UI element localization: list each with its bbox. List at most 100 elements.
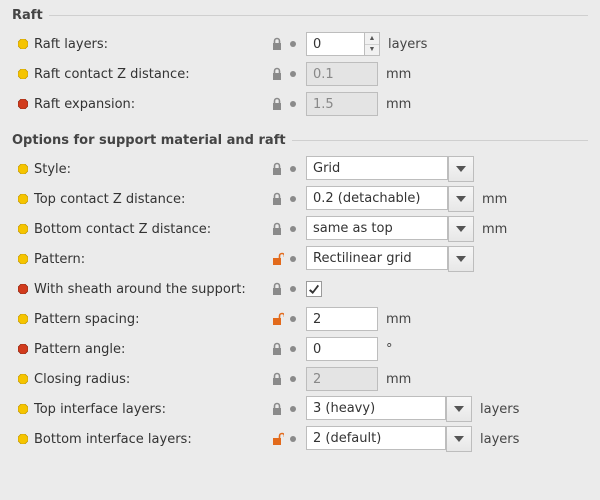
reset-icon[interactable] [290, 41, 296, 47]
status-icon [18, 224, 28, 234]
input-pattern-angle[interactable] [306, 337, 378, 361]
select-pattern[interactable] [306, 246, 474, 272]
select-style[interactable] [306, 156, 474, 182]
label-closing-radius: Closing radius: [34, 372, 234, 387]
label-raft-contact-z: Raft contact Z distance: [34, 67, 234, 82]
row-top-interface: Top interface layers: layers [12, 394, 588, 424]
label-pattern-angle: Pattern angle: [34, 342, 234, 357]
chevron-down-icon[interactable] [448, 186, 474, 212]
unit-raft-expansion: mm [386, 97, 411, 112]
select-top-interface-text[interactable] [306, 396, 446, 420]
select-bottom-interface[interactable] [306, 426, 472, 452]
chevron-down-icon[interactable] [448, 216, 474, 242]
label-bottom-interface: Bottom interface layers: [34, 432, 234, 447]
row-style: Style: [12, 154, 588, 184]
status-icon [18, 39, 28, 49]
reset-icon[interactable] [290, 316, 296, 322]
select-bottom-contact-z-text[interactable] [306, 216, 448, 240]
input-raft-layers[interactable]: ▲ ▼ [306, 32, 380, 56]
status-icon [18, 99, 28, 109]
status-icon [18, 69, 28, 79]
lock-icon[interactable] [270, 372, 284, 386]
chevron-down-icon[interactable] [446, 396, 472, 422]
label-top-contact-z: Top contact Z distance: [34, 192, 234, 207]
lock-open-icon[interactable] [270, 312, 284, 326]
label-top-interface: Top interface layers: [34, 402, 234, 417]
lock-icon[interactable] [270, 37, 284, 51]
reset-icon[interactable] [290, 376, 296, 382]
unit-bottom-contact-z: mm [482, 222, 507, 237]
input-raft-expansion [306, 92, 378, 116]
group-options-header: Options for support material and raft [12, 133, 588, 148]
row-raft-expansion: Raft expansion: mm [12, 89, 588, 119]
row-raft-layers: Raft layers: ▲ ▼ layers [12, 29, 588, 59]
reset-icon[interactable] [290, 436, 296, 442]
row-bottom-contact-z: Bottom contact Z distance: mm [12, 214, 588, 244]
chevron-down-icon[interactable] [448, 156, 474, 182]
reset-icon[interactable] [290, 71, 296, 77]
label-sheath: With sheath around the support: [34, 282, 234, 297]
checkbox-sheath[interactable] [306, 281, 322, 297]
reset-icon[interactable] [290, 406, 296, 412]
reset-icon[interactable] [290, 256, 296, 262]
group-raft: Raft Raft layers: ▲ ▼ layers [12, 8, 588, 119]
lock-icon[interactable] [270, 402, 284, 416]
input-closing-radius [306, 367, 378, 391]
lock-icon[interactable] [270, 222, 284, 236]
reset-icon[interactable] [290, 286, 296, 292]
reset-icon[interactable] [290, 226, 296, 232]
reset-icon[interactable] [290, 346, 296, 352]
separator [49, 15, 588, 16]
spin-down-icon[interactable]: ▼ [365, 45, 379, 56]
lock-icon[interactable] [270, 97, 284, 111]
status-icon [18, 194, 28, 204]
row-top-contact-z: Top contact Z distance: mm [12, 184, 588, 214]
input-pattern-spacing[interactable] [306, 307, 378, 331]
lock-icon[interactable] [270, 67, 284, 81]
row-pattern: Pattern: [12, 244, 588, 274]
label-style: Style: [34, 162, 234, 177]
select-pattern-text[interactable] [306, 246, 448, 270]
chevron-down-icon[interactable] [448, 246, 474, 272]
lock-icon[interactable] [270, 192, 284, 206]
unit-top-interface: layers [480, 402, 519, 417]
select-style-text[interactable] [306, 156, 448, 180]
unit-raft-contact-z: mm [386, 67, 411, 82]
lock-icon[interactable] [270, 282, 284, 296]
row-raft-contact-z: Raft contact Z distance: mm [12, 59, 588, 89]
reset-icon[interactable] [290, 101, 296, 107]
label-bottom-contact-z: Bottom contact Z distance: [34, 222, 234, 237]
status-icon [18, 434, 28, 444]
lock-open-icon[interactable] [270, 252, 284, 266]
select-top-contact-z[interactable] [306, 186, 474, 212]
select-bottom-contact-z[interactable] [306, 216, 474, 242]
status-icon [18, 404, 28, 414]
chevron-down-icon[interactable] [446, 426, 472, 452]
status-icon [18, 314, 28, 324]
input-raft-layers-text[interactable] [306, 32, 364, 56]
select-bottom-interface-text[interactable] [306, 426, 446, 450]
row-pattern-angle: Pattern angle: ° [12, 334, 588, 364]
reset-icon[interactable] [290, 166, 296, 172]
group-raft-title: Raft [12, 8, 43, 23]
label-raft-layers: Raft layers: [34, 37, 234, 52]
status-icon [18, 374, 28, 384]
spin-up-icon[interactable]: ▲ [365, 33, 379, 45]
lock-open-icon[interactable] [270, 432, 284, 446]
separator [292, 140, 588, 141]
lock-icon[interactable] [270, 342, 284, 356]
select-top-contact-z-text[interactable] [306, 186, 448, 210]
reset-icon[interactable] [290, 196, 296, 202]
unit-closing-radius: mm [386, 372, 411, 387]
unit-top-contact-z: mm [482, 192, 507, 207]
label-pattern: Pattern: [34, 252, 234, 267]
status-icon [18, 254, 28, 264]
unit-pattern-angle: ° [386, 342, 393, 357]
group-raft-header: Raft [12, 8, 588, 23]
label-raft-expansion: Raft expansion: [34, 97, 234, 112]
status-icon [18, 164, 28, 174]
select-top-interface[interactable] [306, 396, 472, 422]
lock-icon[interactable] [270, 162, 284, 176]
status-icon [18, 344, 28, 354]
group-options-title: Options for support material and raft [12, 133, 286, 148]
